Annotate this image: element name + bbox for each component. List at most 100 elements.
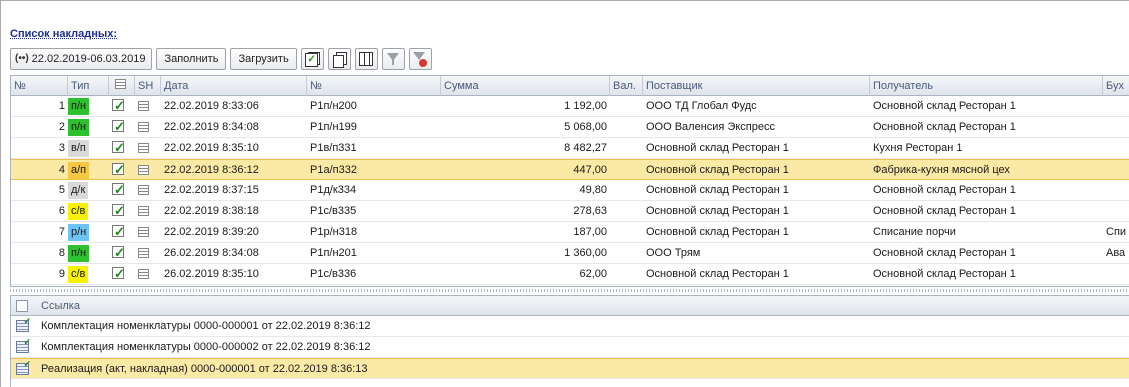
document-icon xyxy=(138,206,149,216)
table-row[interactable]: 4а/п 22.02.2019 8:36:12 Р1а/п332 447,00 Осно… xyxy=(11,159,1129,180)
table-row[interactable]: 2п/н 22.02.2019 8:34:08 Р1п/н199 5 068,00 ОО… xyxy=(11,117,1129,138)
copy-button[interactable] xyxy=(327,47,351,70)
table-row[interactable]: 3в/п 22.02.2019 8:35:10 Р1в/п331 8 482,27 Ос… xyxy=(11,138,1129,159)
copy-icon xyxy=(332,51,348,68)
type-cell[interactable]: с/в xyxy=(68,201,109,221)
period-button[interactable]: (••) 22.02.2019-06.03.2019 xyxy=(10,47,153,70)
links-table[interactable]: Ссылка Комплектация номенклатуры 0000-00… xyxy=(10,295,1129,387)
col-accounting[interactable]: Бух xyxy=(1103,76,1129,96)
check-all-button[interactable] xyxy=(300,47,324,70)
accounting-cell: Спи xyxy=(1106,226,1127,238)
toolbar: (••) 22.02.2019-06.03.2019 Заполнить Заг… xyxy=(10,47,432,70)
col-currency[interactable]: Вал. xyxy=(610,76,643,96)
col-posted[interactable] xyxy=(109,76,135,96)
type-cell[interactable]: п/н xyxy=(68,117,109,137)
currency-cell xyxy=(610,201,643,221)
posted-checkbox[interactable] xyxy=(109,96,135,116)
link-row[interactable]: Комплектация номенклатуры 0000-000001 от… xyxy=(11,316,1129,337)
type-cell[interactable]: а/п xyxy=(68,160,109,180)
type-cell[interactable]: р/н xyxy=(68,222,109,242)
sum-cell: 8 482,27 xyxy=(564,142,607,154)
table-row[interactable]: 8п/н 26.02.2019 8:34:08 Р1п/н201 1 360,00 ОО… xyxy=(11,243,1129,264)
row-number: 2 xyxy=(58,121,65,133)
row-number: 5 xyxy=(58,184,65,196)
accounting-cell xyxy=(1103,138,1129,158)
receiver-cell: Основной склад Ресторан 1 xyxy=(873,184,1016,196)
type-cell[interactable]: с/в xyxy=(68,264,109,284)
type-cell[interactable]: п/н xyxy=(68,243,109,263)
type-cell[interactable]: в/п xyxy=(68,138,109,158)
posted-checkbox[interactable] xyxy=(109,201,135,221)
document-icon xyxy=(138,143,149,153)
type-badge: а/п xyxy=(68,162,90,179)
links-header-label[interactable]: Ссылка xyxy=(41,296,80,316)
date-cell: 26.02.2019 8:35:10 xyxy=(164,268,259,280)
columns-button[interactable] xyxy=(354,47,378,70)
accounting-cell xyxy=(1103,201,1129,221)
posted-column-icon xyxy=(115,79,126,89)
sh-cell[interactable] xyxy=(135,264,161,284)
accounting-cell xyxy=(1103,264,1129,284)
checkmark-icon xyxy=(112,96,125,116)
currency-cell xyxy=(610,222,643,242)
sh-cell[interactable] xyxy=(135,222,161,242)
table-row[interactable]: 6с/в 22.02.2019 8:38:18 Р1с/в335 278,63 Осно… xyxy=(11,201,1129,222)
col-type[interactable]: Тип xyxy=(68,76,109,96)
col-docnum[interactable]: № xyxy=(307,76,441,96)
row-number: 9 xyxy=(58,268,65,280)
posted-checkbox[interactable] xyxy=(109,264,135,284)
link-text: Комплектация номенклатуры 0000-000002 от… xyxy=(41,341,371,353)
sum-cell: 187,00 xyxy=(573,226,607,238)
table-row[interactable]: 7р/н 22.02.2019 8:39:20 Р1р/н318 187,00 Осно… xyxy=(11,222,1129,243)
posted-checkbox[interactable] xyxy=(109,160,135,180)
checkmark-icon xyxy=(112,222,125,242)
sh-cell[interactable] xyxy=(135,96,161,116)
clear-filter-button[interactable] xyxy=(408,47,432,70)
docnum-cell: Р1д/к334 xyxy=(310,184,357,196)
receiver-cell: Основной склад Ресторан 1 xyxy=(873,247,1016,259)
sh-cell[interactable] xyxy=(135,243,161,263)
docnum-cell: Р1п/н201 xyxy=(310,247,357,259)
accounting-cell: Ава xyxy=(1106,247,1126,259)
posted-checkbox[interactable] xyxy=(109,180,135,200)
table-row[interactable]: 5д/к 22.02.2019 8:37:15 Р1д/к334 49,80 Основ… xyxy=(11,180,1129,201)
filter-button[interactable] xyxy=(381,47,405,70)
sum-cell: 62,00 xyxy=(579,268,607,280)
document-icon xyxy=(138,248,149,258)
col-supplier[interactable]: Поставщик xyxy=(643,76,870,96)
col-sh[interactable]: SH xyxy=(135,76,161,96)
row-number: 1 xyxy=(58,100,65,112)
invoices-table[interactable]: № Тип SH Дата № Сумма Вал. Поставщик Пол… xyxy=(10,75,1129,287)
col-num[interactable]: № xyxy=(11,76,68,96)
fill-button[interactable]: Заполнить xyxy=(156,47,227,70)
type-cell[interactable]: д/к xyxy=(68,180,109,200)
type-cell[interactable]: п/н xyxy=(68,96,109,116)
col-receiver[interactable]: Получатель xyxy=(870,76,1103,96)
posted-checkbox[interactable] xyxy=(109,243,135,263)
splitter[interactable] xyxy=(10,289,1129,292)
col-sum[interactable]: Сумма xyxy=(441,76,610,96)
table-header: № Тип SH Дата № Сумма Вал. Поставщик Пол… xyxy=(11,76,1129,96)
load-button[interactable]: Загрузить xyxy=(230,47,297,70)
sh-cell[interactable] xyxy=(135,117,161,137)
sh-cell[interactable] xyxy=(135,201,161,221)
sh-cell[interactable] xyxy=(135,138,161,158)
currency-cell xyxy=(610,160,643,180)
table-row[interactable]: 1п/н 22.02.2019 8:33:06 Р1п/н200 1 192,00 ОО… xyxy=(11,96,1129,117)
document-icon xyxy=(138,101,149,111)
link-row[interactable]: Реализация (акт, накладная) 0000-000001 … xyxy=(11,358,1129,379)
row-number: 8 xyxy=(58,247,65,259)
sh-cell[interactable] xyxy=(135,160,161,180)
sh-cell[interactable] xyxy=(135,180,161,200)
link-row[interactable]: Комплектация номенклатуры 0000-000002 от… xyxy=(11,337,1129,358)
links-header-icon xyxy=(16,300,28,312)
col-date[interactable]: Дата xyxy=(161,76,307,96)
posted-checkbox[interactable] xyxy=(109,138,135,158)
supplier-cell: Основной склад Ресторан 1 xyxy=(646,184,789,196)
receiver-cell: Кухня Ресторан 1 xyxy=(873,142,963,154)
table-row[interactable]: 9с/в 26.02.2019 8:35:10 Р1с/в336 62,00 Основ… xyxy=(11,264,1129,285)
posted-checkbox[interactable] xyxy=(109,222,135,242)
posted-checkbox[interactable] xyxy=(109,117,135,137)
type-badge: с/в xyxy=(68,266,89,283)
list-title: Список накладных: xyxy=(10,28,118,40)
